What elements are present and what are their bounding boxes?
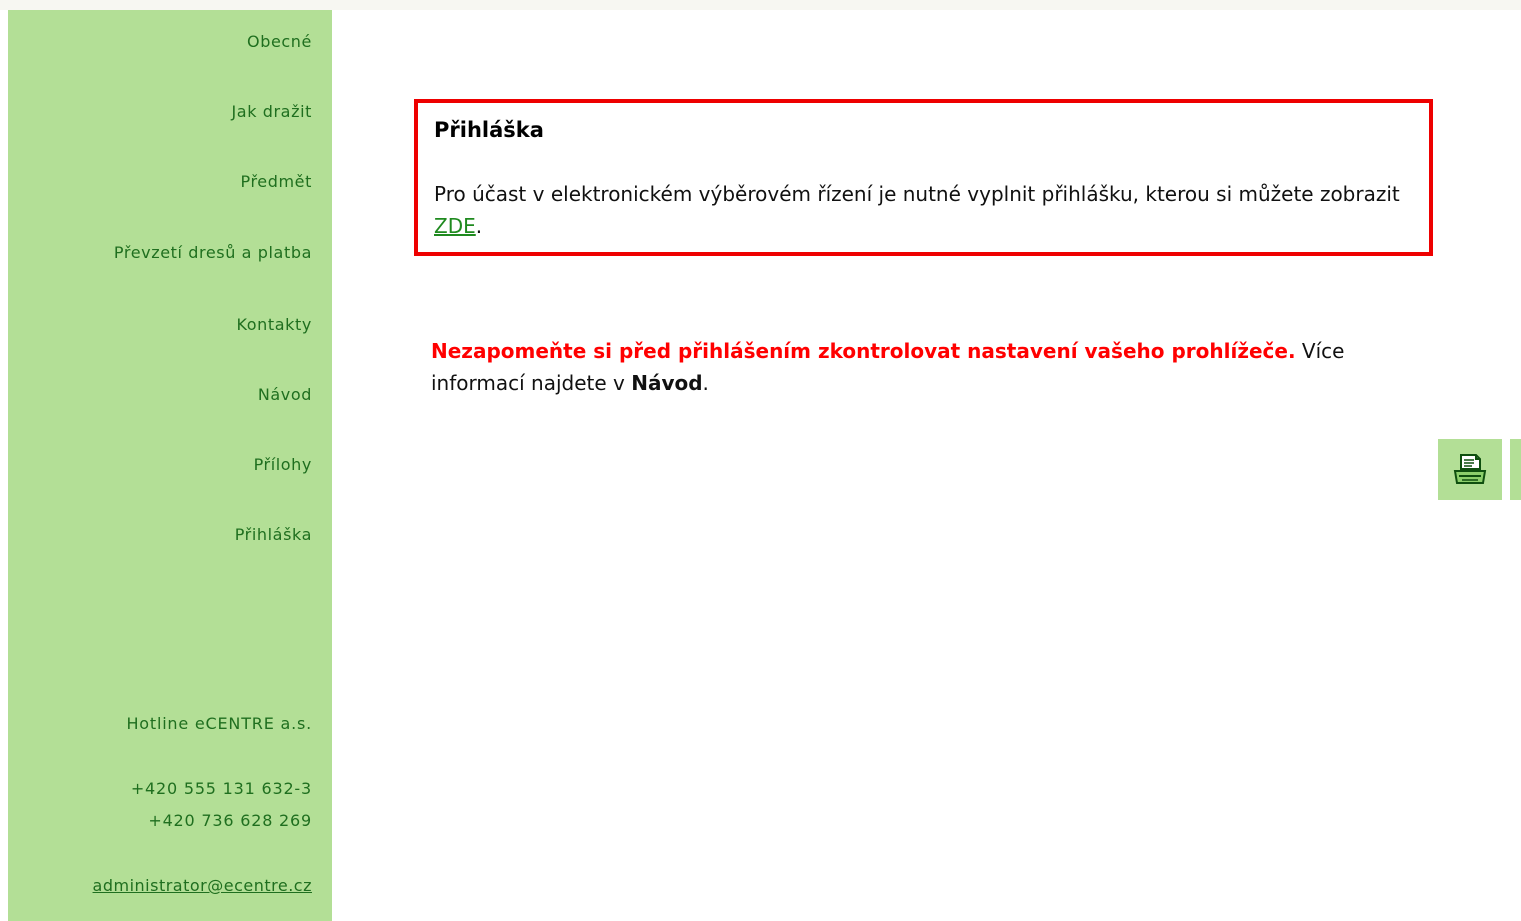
sidebar-item-navod[interactable]: Návod <box>258 385 312 404</box>
application-notice-box: Přihláška Pro účast v elektronickém výbě… <box>414 99 1433 256</box>
application-form-link[interactable]: ZDE <box>434 214 476 238</box>
sidebar-item-prihlaska[interactable]: Přihláška <box>235 525 312 544</box>
hotline-email-link[interactable]: administrator@ecentre.cz <box>93 876 312 895</box>
sidebar-item-predmet[interactable]: Předmět <box>241 172 313 191</box>
hotline-phone-2: +420 736 628 269 <box>148 811 312 830</box>
sidebar-item-kontakty[interactable]: Kontakty <box>236 315 312 334</box>
main-content: Přihláška Pro účast v elektronickém výbě… <box>332 10 1521 921</box>
browser-settings-warning: Nezapomeňte si před přihlášením zkontrol… <box>431 335 1431 399</box>
warning-red-text: Nezapomeňte si před přihlášením zkontrol… <box>431 339 1296 363</box>
sidebar-item-obecne[interactable]: Obecné <box>247 32 312 51</box>
notice-body-period: . <box>475 214 483 238</box>
warning-navod-reference: Návod <box>631 371 703 395</box>
sidebar-item-jak-drazit[interactable]: Jak dražit <box>231 102 312 121</box>
notice-body-text: Pro účast v elektronickém výběrovém říze… <box>434 182 1400 206</box>
sidebar-item-prilohy[interactable]: Přílohy <box>254 455 312 474</box>
printer-icon <box>1453 453 1487 484</box>
warning-period: . <box>702 371 709 395</box>
page: Obecné Jak dražit Předmět Převzetí dresů… <box>0 10 1521 921</box>
notice-body: Pro účast v elektronickém výběrovém říze… <box>434 178 1424 242</box>
sidebar: Obecné Jak dražit Předmět Převzetí dresů… <box>8 10 332 921</box>
side-tab-button[interactable] <box>1510 439 1521 500</box>
print-button[interactable] <box>1438 439 1502 500</box>
notice-title: Přihláška <box>434 118 544 142</box>
hotline-phone-1: +420 555 131 632-3 <box>130 779 312 798</box>
sidebar-item-prevzeti-dresu-a-platba[interactable]: Převzetí dresů a platba <box>114 243 312 262</box>
hotline-label: Hotline eCENTRE a.s. <box>126 714 312 733</box>
